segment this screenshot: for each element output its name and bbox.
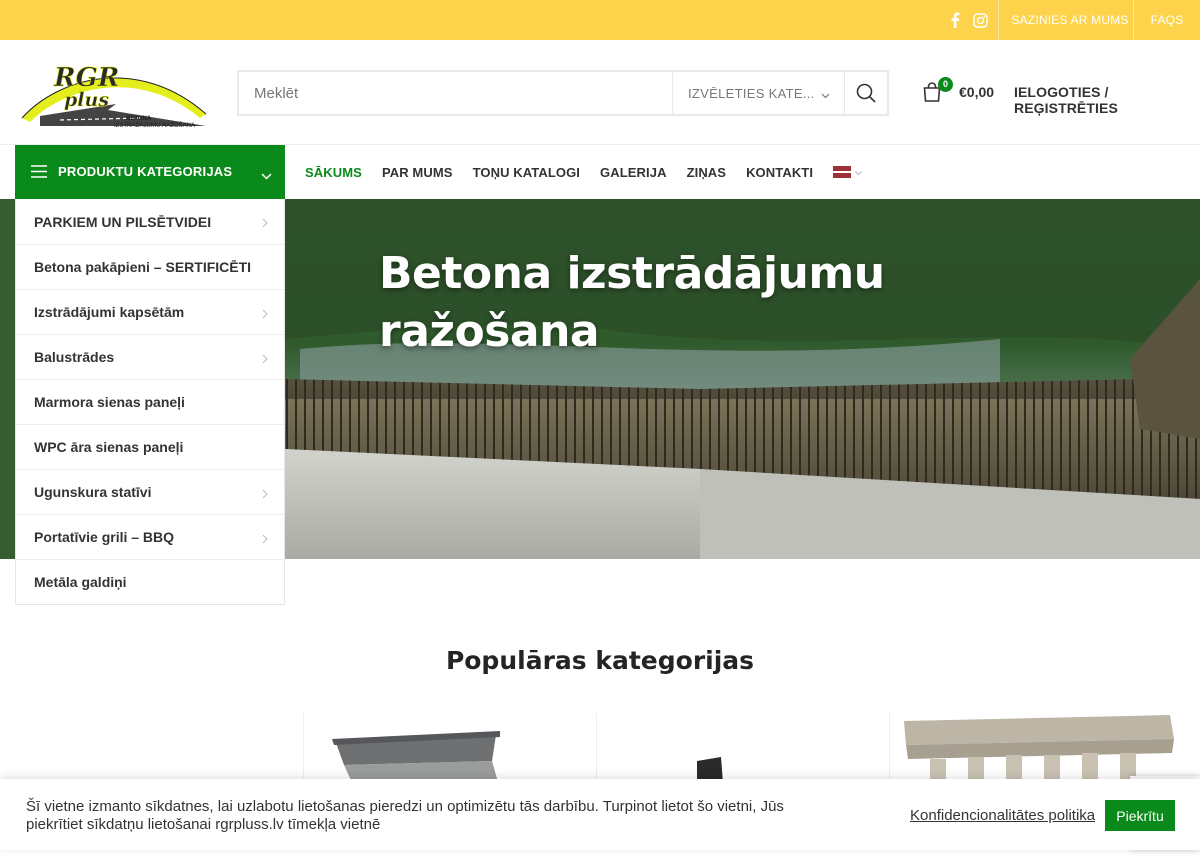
logo-subtext: plus [64, 89, 109, 111]
category-select[interactable]: IZVĒLETIES KATE... [672, 72, 844, 114]
category-item-label: Portatīvie grili – BBQ [34, 529, 175, 545]
privacy-policy-link[interactable]: Konfidencionalitātes politika [910, 807, 1095, 824]
contact-link[interactable]: SAZINIES AR MUMS [1008, 0, 1132, 40]
category-item-label: PARKIEM UN PILSĒTVIDEI [34, 213, 212, 230]
chevron-right-icon [262, 486, 268, 502]
product-categories-label: PRODUKTU KATEGORIJAS [58, 164, 233, 179]
chevron-down-icon [821, 87, 830, 102]
cart-total: €0,00 [959, 84, 995, 100]
faqs-link[interactable]: FAQS [1136, 0, 1198, 40]
popular-categories-heading: Populāras kategorijas [445, 646, 755, 675]
product-categories-button[interactable]: PRODUKTU KATEGORIJAS [15, 145, 285, 199]
category-item-label: Ugunskura statīvi [34, 484, 152, 500]
category-item-label: Metāla galdiņi [34, 574, 127, 590]
top-bar: SAZINIES AR MUMS FAQS [0, 0, 1200, 40]
cookie-consent-bar: Šī vietne izmanto sīkdatnes, lai uzlabot… [0, 779, 1200, 850]
nav-item-about[interactable]: PAR MUMS [372, 165, 463, 180]
category-item-marble-panels[interactable]: Marmora sienas paneļi [16, 379, 284, 424]
nav-item-contacts[interactable]: KONTAKTI [736, 165, 823, 180]
cart-count-badge: 0 [938, 77, 953, 92]
site-logo[interactable]: RGR plus BETONA IZSTRĀDĀJUMU RAŽOŠANA [20, 56, 210, 132]
hero-title-line-1: Betona izstrādājumu [379, 248, 885, 299]
category-item-cemetery[interactable]: Izstrādājumi kapsētām [16, 289, 284, 334]
hero-title-line-2: ražošana [379, 306, 600, 357]
chevron-right-icon [262, 351, 268, 367]
category-item-balustrades[interactable]: Balustrādes [16, 334, 284, 379]
category-item-wpc-panels[interactable]: WPC āra sienas paneļi [16, 424, 284, 469]
chevron-right-icon [262, 531, 268, 547]
latvian-flag-icon[interactable] [833, 166, 852, 178]
nav-item-color-catalogs[interactable]: TOŅU KATALOGI [463, 165, 590, 180]
category-item-metal-tables[interactable]: Metāla galdiņi [16, 559, 284, 604]
category-item-steps[interactable]: Betona pakāpieni – SERTIFICĒTI [16, 244, 284, 289]
chevron-right-icon [262, 306, 268, 322]
category-item-label: Betona pakāpieni – SERTIFICĒTI [34, 259, 252, 275]
chevron-down-icon [855, 163, 862, 181]
menu-icon [31, 165, 47, 183]
category-menu: PARKIEM UN PILSĒTVIDEI Betona pakāpieni … [15, 199, 285, 605]
cart-button[interactable]: 0 €0,00 [922, 77, 1002, 104]
logo-tagline-2: IZSTRĀDĀJUMU RAŽOŠANA [114, 121, 195, 129]
search-button[interactable] [844, 72, 887, 114]
chevron-right-icon [262, 215, 268, 231]
search-icon [856, 83, 876, 103]
hero-title: Betona izstrādājumu ražošana [379, 245, 979, 361]
facebook-icon[interactable] [946, 0, 964, 40]
category-item-grills[interactable]: Portatīvie grili – BBQ [16, 514, 284, 559]
category-item-parks[interactable]: PARKIEM UN PILSĒTVIDEI [16, 199, 284, 244]
category-item-label: Balustrādes [34, 349, 115, 365]
logo-tagline-1: BETONA [126, 116, 152, 122]
search-input[interactable] [239, 72, 672, 114]
category-item-label: WPC āra sienas paneļi [34, 439, 184, 455]
instagram-icon[interactable] [970, 0, 990, 40]
nav-item-news[interactable]: ZIŅAS [677, 165, 737, 180]
cookie-notice-text: Šī vietne izmanto sīkdatnes, lai uzlabot… [26, 798, 784, 833]
chevron-down-icon [261, 167, 272, 185]
login-register-link[interactable]: IELOGOTIES / REĢISTRĒTIES [1014, 84, 1200, 116]
category-item-fire-stands[interactable]: Ugunskura statīvi [16, 469, 284, 514]
main-navigation: SĀKUMS PAR MUMS TOŅU KATALOGI GALERIJA Z… [295, 145, 862, 199]
nav-item-home[interactable]: SĀKUMS [295, 165, 372, 180]
divider [1133, 0, 1134, 40]
category-item-label: Marmora sienas paneļi [34, 394, 185, 410]
category-item-label: Izstrādājumi kapsētām [34, 304, 185, 320]
search-form: IZVĒLETIES KATE... [237, 70, 889, 116]
accept-cookies-button[interactable]: Piekrītu [1105, 800, 1175, 831]
divider [998, 0, 999, 40]
nav-item-gallery[interactable]: GALERIJA [590, 165, 677, 180]
category-select-label: IZVĒLETIES KATE... [688, 85, 815, 101]
